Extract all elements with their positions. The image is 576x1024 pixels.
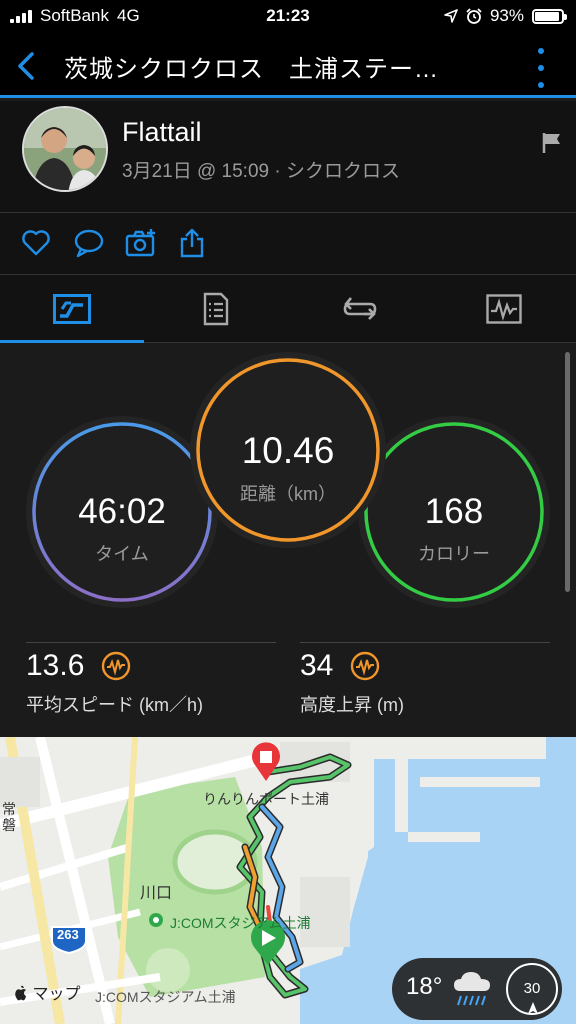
flag-icon[interactable] [540,131,564,155]
chevron-left-icon[interactable] [8,46,44,86]
distance-ring: 10.46 距離（km） [190,352,386,548]
weather-badge[interactable]: 18° 30 [392,958,562,1020]
avg-speed-stat: 13.6 平均スピード (km／h) [26,642,276,717]
apple-logo-icon [15,985,26,1001]
share-icon[interactable] [176,227,208,259]
social-actions [0,213,576,275]
laps-icon [343,297,377,320]
add-photo-icon[interactable] [125,227,157,259]
tab-summary[interactable] [0,275,144,343]
avatar[interactable] [22,106,108,192]
route-map[interactable]: りんりんポート土浦 川口 J:COMスタジアム土浦 J:COMスタジアム土浦 2… [0,737,576,1024]
heart-icon[interactable] [20,227,52,259]
battery-icon [532,8,567,24]
user-name[interactable]: Flattail [122,117,202,148]
rain-cloud-icon [454,972,490,1006]
elevation-stat: 34 高度上昇 (m) [300,642,550,717]
tab-graph[interactable] [432,275,576,343]
status-bar: SoftBank 4G 21:23 93% [0,0,576,34]
location-icon [444,9,458,23]
stats-panel: 46:02 タイム 168 カロリー 10.46 距離（km） 13.6 平均ス… [0,344,576,737]
distance-value: 10.46 [241,430,335,471]
activity-subtitle: 3月21日 @ 15:09 · シクロクロス [122,161,400,182]
map-label-road: 常磐 [2,801,16,833]
avg-speed-label: 平均スピード (km／h) [26,695,203,715]
summary-icon [53,294,91,324]
more-vertical-icon[interactable] [536,48,546,88]
graph-wave-icon[interactable] [350,651,380,681]
finish-marker-icon[interactable] [252,742,280,781]
alarm-icon [466,8,482,24]
wind-speed-value: 30 [523,980,541,997]
nav-bar: 茨城シクロクロス 土浦ステー… [0,34,576,98]
calories-label: カロリー [418,544,490,564]
page-title: 茨城シクロクロス 土浦ステー… [64,56,439,83]
avg-speed-value: 13.6 [26,649,85,682]
tab-details[interactable] [144,275,288,343]
tab-laps[interactable] [288,275,432,343]
battery-percent: 93% [489,6,524,25]
map-label-kawaguchi: 川口 [140,885,173,902]
map-label-stadium-bottom: J:COMスタジアム土浦 [95,989,236,1005]
wind-direction-icon [528,1002,538,1014]
maps-attribution-label: マップ [32,986,81,1003]
calories-ring: 168 カロリー [358,416,550,608]
tab-bar [0,275,576,343]
weather-temp: 18° [406,973,443,1000]
calories-value: 168 [424,492,484,531]
map-label-stadium: J:COMスタジアム土浦 [170,915,311,931]
road-shield-label: 263 [57,927,79,942]
map-label-poi: りんりんポート土浦 [203,791,329,807]
activity-header: Flattail 3月21日 @ 15:09 · シクロクロス [0,101,576,213]
elevation-value: 34 [300,649,334,682]
graph-wave-icon[interactable] [101,651,131,681]
scrollbar[interactable] [565,352,570,592]
maps-attribution: マップ [14,980,80,1004]
details-icon [203,292,229,326]
distance-label: 距離（km） [240,484,336,504]
elevation-label: 高度上昇 (m) [300,695,404,715]
graph-icon [486,294,522,324]
comment-icon[interactable] [73,227,105,259]
